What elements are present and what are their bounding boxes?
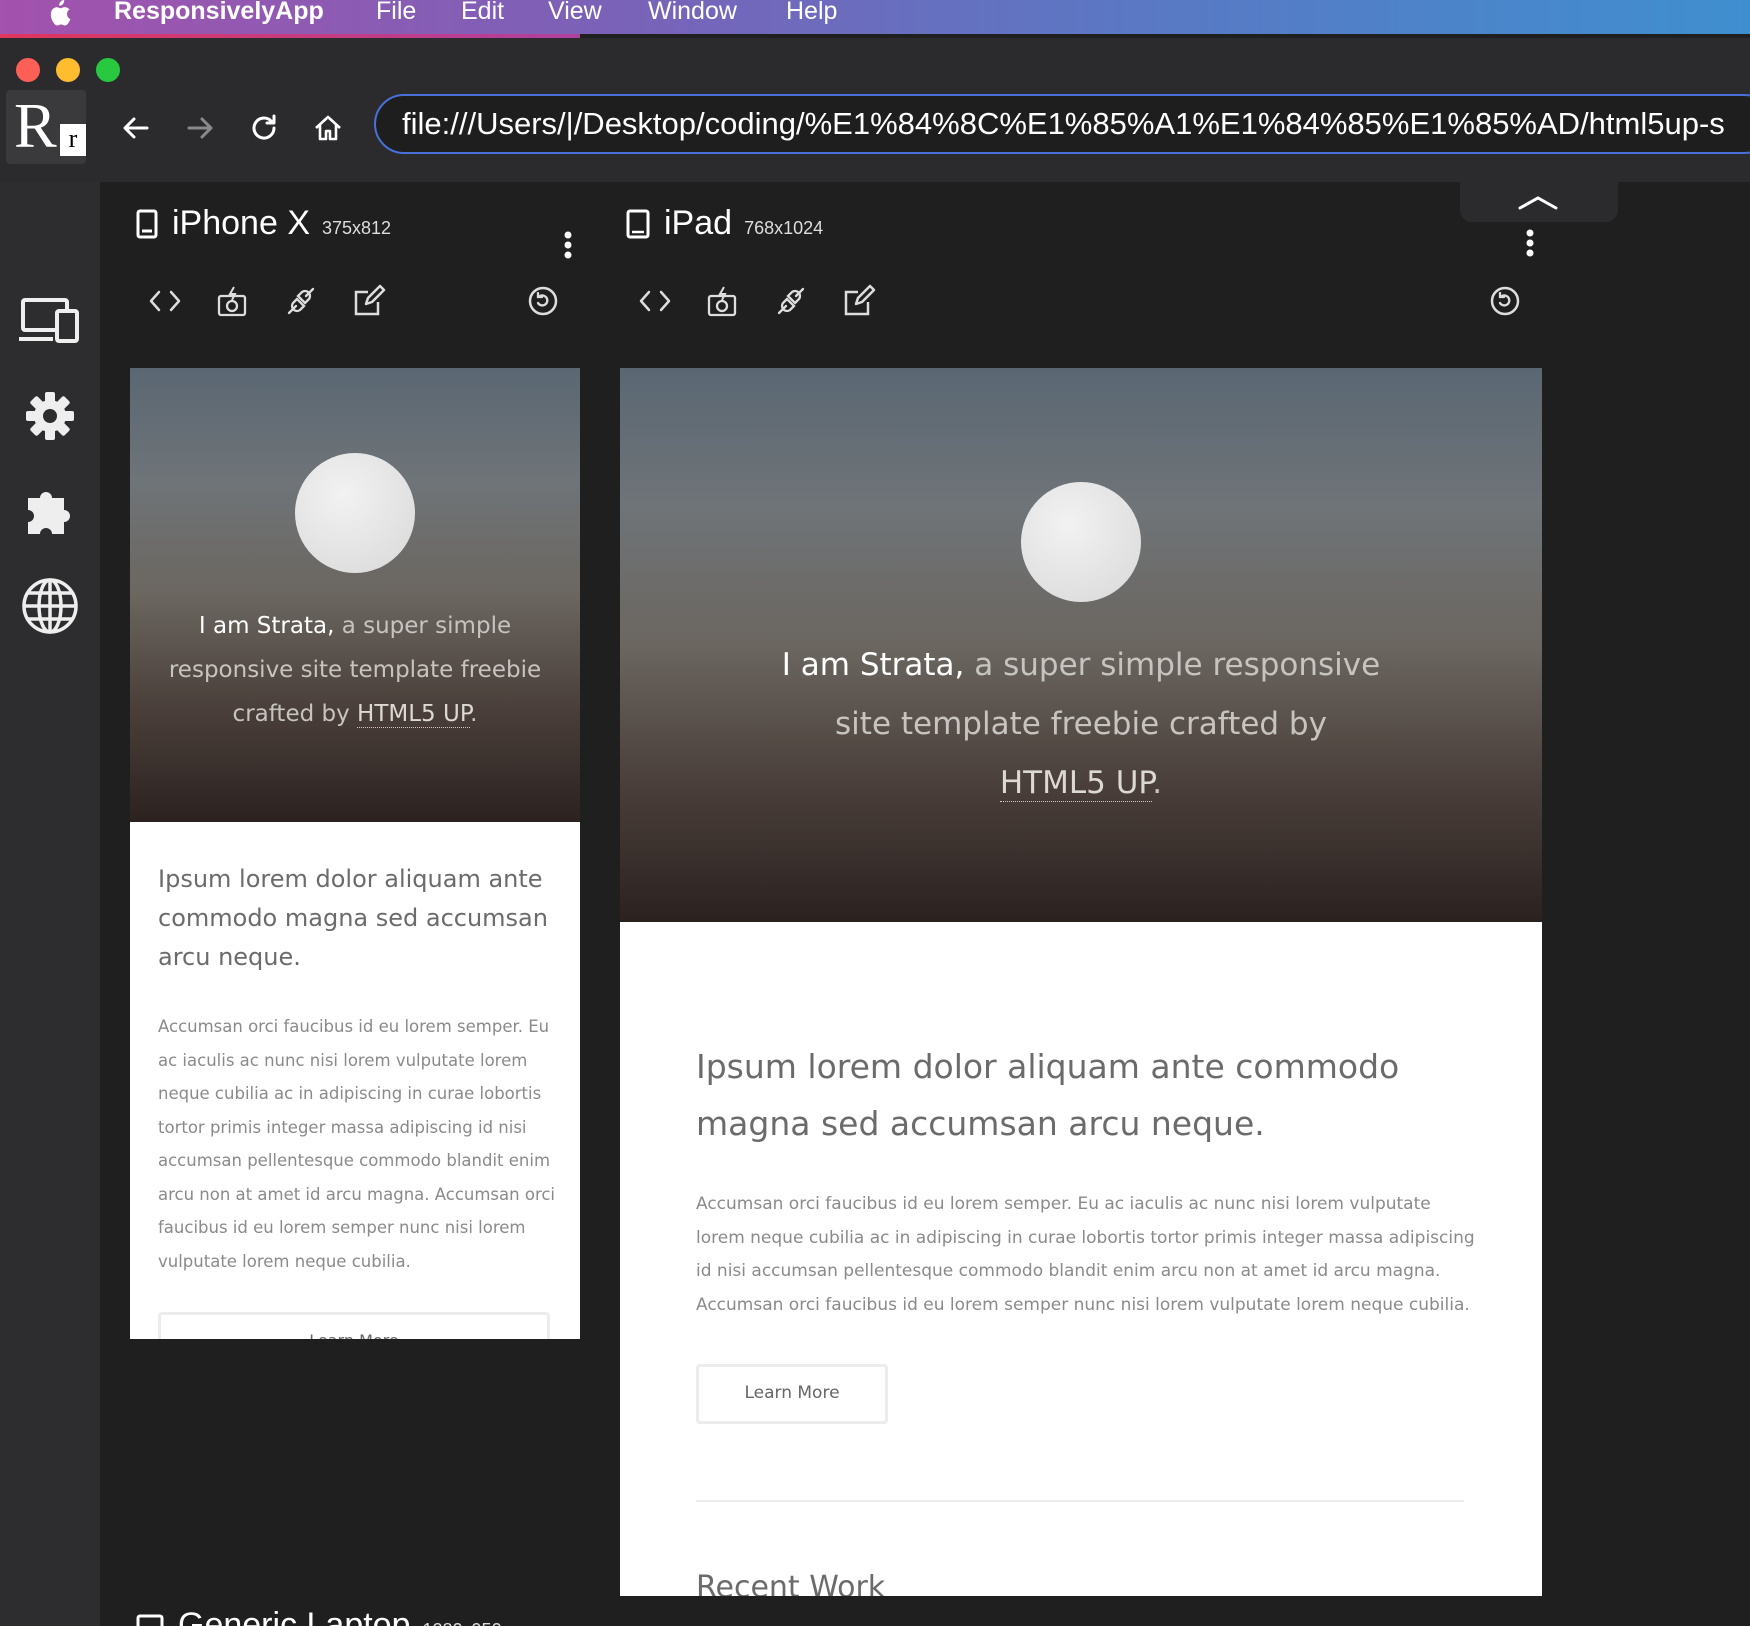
avatar [295,453,415,573]
section-heading-recent-work: Recent Work [696,1570,886,1596]
hero-text: I am Strata, a super simple responsive s… [781,636,1381,813]
hero-lead: I am Strata, [198,613,335,639]
hero-text: I am Strata, a super simple responsive s… [150,604,560,736]
globe-icon[interactable] [18,574,82,638]
device-name: iPad [664,204,733,242]
devtools-button[interactable] [636,282,674,320]
forward-button[interactable] [180,108,220,148]
menu-help[interactable]: Help [786,0,837,26]
minimize-window-button[interactable] [56,58,80,82]
learn-more-button[interactable]: Learn More [696,1364,888,1424]
disconnect-button[interactable] [772,282,810,320]
hero-link[interactable]: HTML5 UP [999,765,1153,802]
plug-icon [777,287,805,315]
hero-end: . [470,701,478,727]
device-header-iphone-x: iPhone X 375x812 [136,204,391,243]
reload-button[interactable] [244,108,284,148]
preview-area: iPhone X 375x812 I am Strata, a super si… [100,182,1750,1626]
menu-file[interactable]: File [376,0,416,26]
tablet-icon [626,209,650,238]
rotate-icon [528,286,558,316]
app-window: R r file:///Users/|/Desktop/coding/%E1%8… [0,38,1750,1626]
code-icon [149,290,181,312]
arrow-right-icon [187,117,213,139]
edit-button[interactable] [350,282,388,320]
close-window-button[interactable] [16,58,40,82]
macos-menu-bar: ResponsivelyApp File Edit View Window He… [0,0,1750,34]
camera-icon [707,286,737,317]
back-button[interactable] [116,108,156,148]
hero-section: I am Strata, a super simple responsive s… [620,368,1542,922]
chevron-up-icon [1518,196,1558,210]
content-paragraph: Accumsan orci faucibus id eu lorem sempe… [158,1017,556,1271]
device-header-ipad: iPad 768x1024 [626,204,823,243]
edit-icon [844,284,876,316]
device-header-generic-laptop: Generic Laptop 1280x950 [136,1606,502,1626]
content-paragraph: Accumsan orci faucibus id eu lorem sempe… [696,1194,1475,1315]
disconnect-button[interactable] [282,282,320,320]
device-name: Generic Laptop [178,1606,411,1626]
home-button[interactable] [308,108,348,148]
title-bar: R r file:///Users/|/Desktop/coding/%E1%8… [0,38,1750,182]
menu-view[interactable]: View [548,0,602,26]
camera-icon [217,286,247,317]
logo-big-letter: R [14,90,57,161]
device-frame-iphone-x[interactable]: I am Strata, a super simple responsive s… [130,368,580,1339]
puzzle-icon[interactable] [18,478,82,542]
hero-lead: I am Strata, [781,647,965,683]
responsively-logo: R r [6,90,86,164]
content-heading: Ipsum lorem dolor aliquam ante commodo m… [158,865,548,971]
screenshot-button[interactable] [213,282,251,320]
device-size: 375x812 [322,218,392,238]
rotate-icon [1490,286,1520,316]
address-bar-input[interactable]: file:///Users/|/Desktop/coding/%E1%84%8C… [374,94,1750,154]
hero-section: I am Strata, a super simple responsive s… [130,368,580,822]
screenshot-button[interactable] [703,282,741,320]
collapse-toolbar-tab[interactable] [1460,182,1618,222]
gear-icon[interactable] [18,384,82,448]
menu-app-name[interactable]: ResponsivelyApp [114,0,324,26]
plug-icon [287,287,315,315]
arrow-left-icon [123,117,149,139]
device-menu-icon[interactable] [1525,229,1535,259]
reload-icon [252,114,276,140]
learn-more-button[interactable]: Learn More [158,1312,550,1339]
device-name: iPhone X [172,204,310,242]
rotate-button[interactable] [524,282,562,320]
laptop-icon [136,1614,164,1626]
home-icon [315,115,341,141]
left-sidebar [0,182,100,1626]
menu-edit[interactable]: Edit [461,0,504,26]
phone-icon [136,209,158,238]
divider [696,1500,1464,1502]
devtools-button[interactable] [146,282,184,320]
device-size: 1280x950 [423,1620,502,1626]
code-icon [639,290,671,312]
logo-small-letter: r [60,124,86,156]
apple-logo-icon[interactable] [44,0,72,28]
hero-link[interactable]: HTML5 UP [357,701,471,728]
content-heading: Ipsum lorem dolor aliquam ante commodo m… [696,1047,1400,1143]
menu-window[interactable]: Window [648,0,737,26]
hero-end: . [1152,765,1163,801]
devices-icon[interactable] [18,288,82,352]
rotate-button[interactable] [1486,282,1524,320]
device-frame-ipad[interactable]: I am Strata, a super simple responsive s… [620,368,1542,1596]
edit-icon [354,284,386,316]
maximize-window-button[interactable] [96,58,120,82]
edit-button[interactable] [840,282,878,320]
device-size: 768x1024 [744,218,824,238]
avatar [1021,482,1141,602]
device-menu-icon[interactable] [563,231,573,261]
